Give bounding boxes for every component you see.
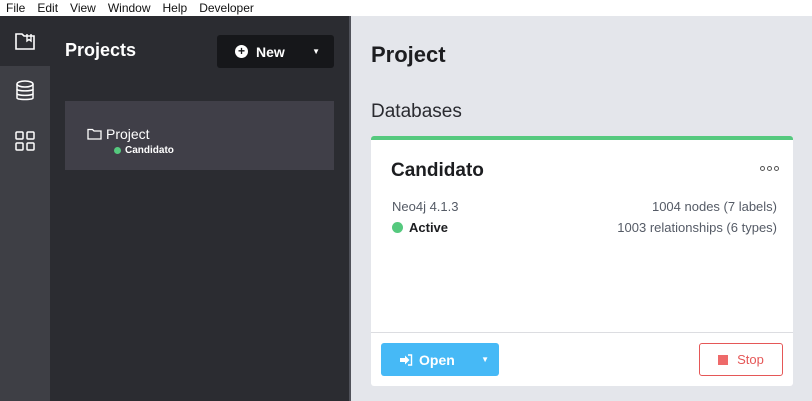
- page-title: Project: [371, 42, 446, 67]
- open-button-label: Open: [419, 351, 455, 368]
- database-card: Candidato Neo4j 4.1.3 Active 1004 nodes …: [371, 136, 793, 386]
- apps-grid-icon: [15, 131, 35, 151]
- new-button-label: New: [256, 43, 285, 60]
- project-name-row: Project: [87, 126, 150, 142]
- plus-circle-icon: +: [235, 45, 248, 58]
- open-caret-down-icon[interactable]: ▼: [481, 355, 489, 364]
- status-dot: [392, 222, 403, 233]
- icon-rail: [0, 16, 50, 401]
- stop-square-icon: [718, 354, 729, 365]
- caret-down-icon[interactable]: ▼: [312, 47, 320, 56]
- folder-icon: [87, 128, 102, 140]
- menu-bar: File Edit View Window Help Developer: [0, 0, 812, 16]
- stop-button-label: Stop: [737, 352, 764, 367]
- databases-heading: Databases: [371, 101, 462, 122]
- relationships-count: 1003 relationships (6 types): [617, 220, 777, 235]
- rail-projects-button[interactable]: [0, 16, 50, 66]
- sign-in-icon: [399, 353, 413, 366]
- nodes-count: 1004 nodes (7 labels): [651, 199, 777, 214]
- active-status-dot: [114, 147, 121, 154]
- card-footer: Open ▼ Stop: [371, 332, 793, 386]
- project-list-item[interactable]: Project Candidato: [65, 101, 334, 170]
- menu-developer[interactable]: Developer: [193, 0, 260, 16]
- menu-view[interactable]: View: [64, 0, 102, 16]
- database-status: Active: [392, 220, 448, 235]
- project-name: Project: [106, 126, 150, 142]
- main-content: Project Databases Candidato Neo4j 4.1.3 …: [351, 16, 812, 401]
- new-project-button[interactable]: + New ▼: [217, 35, 334, 68]
- open-button[interactable]: Open ▼: [381, 343, 499, 376]
- menu-window[interactable]: Window: [102, 0, 157, 16]
- menu-file[interactable]: File: [0, 0, 31, 16]
- rail-apps-button[interactable]: [0, 116, 50, 166]
- database-name: Candidato: [391, 160, 484, 181]
- database-version: Neo4j 4.1.3: [392, 199, 459, 214]
- stop-button[interactable]: Stop: [699, 343, 783, 376]
- projects-panel: Projects + New ▼ Project Candidato: [50, 16, 349, 401]
- more-options-icon[interactable]: [760, 166, 779, 171]
- database-icon: [16, 80, 34, 101]
- rail-database-button[interactable]: [0, 66, 50, 116]
- project-database-row: Candidato: [114, 145, 174, 156]
- database-status-label: Active: [409, 220, 449, 235]
- menu-help[interactable]: Help: [157, 0, 194, 16]
- project-database-name: Candidato: [125, 145, 174, 156]
- projects-title: Projects: [65, 40, 137, 60]
- projects-book-icon: [15, 33, 35, 50]
- menu-edit[interactable]: Edit: [31, 0, 64, 16]
